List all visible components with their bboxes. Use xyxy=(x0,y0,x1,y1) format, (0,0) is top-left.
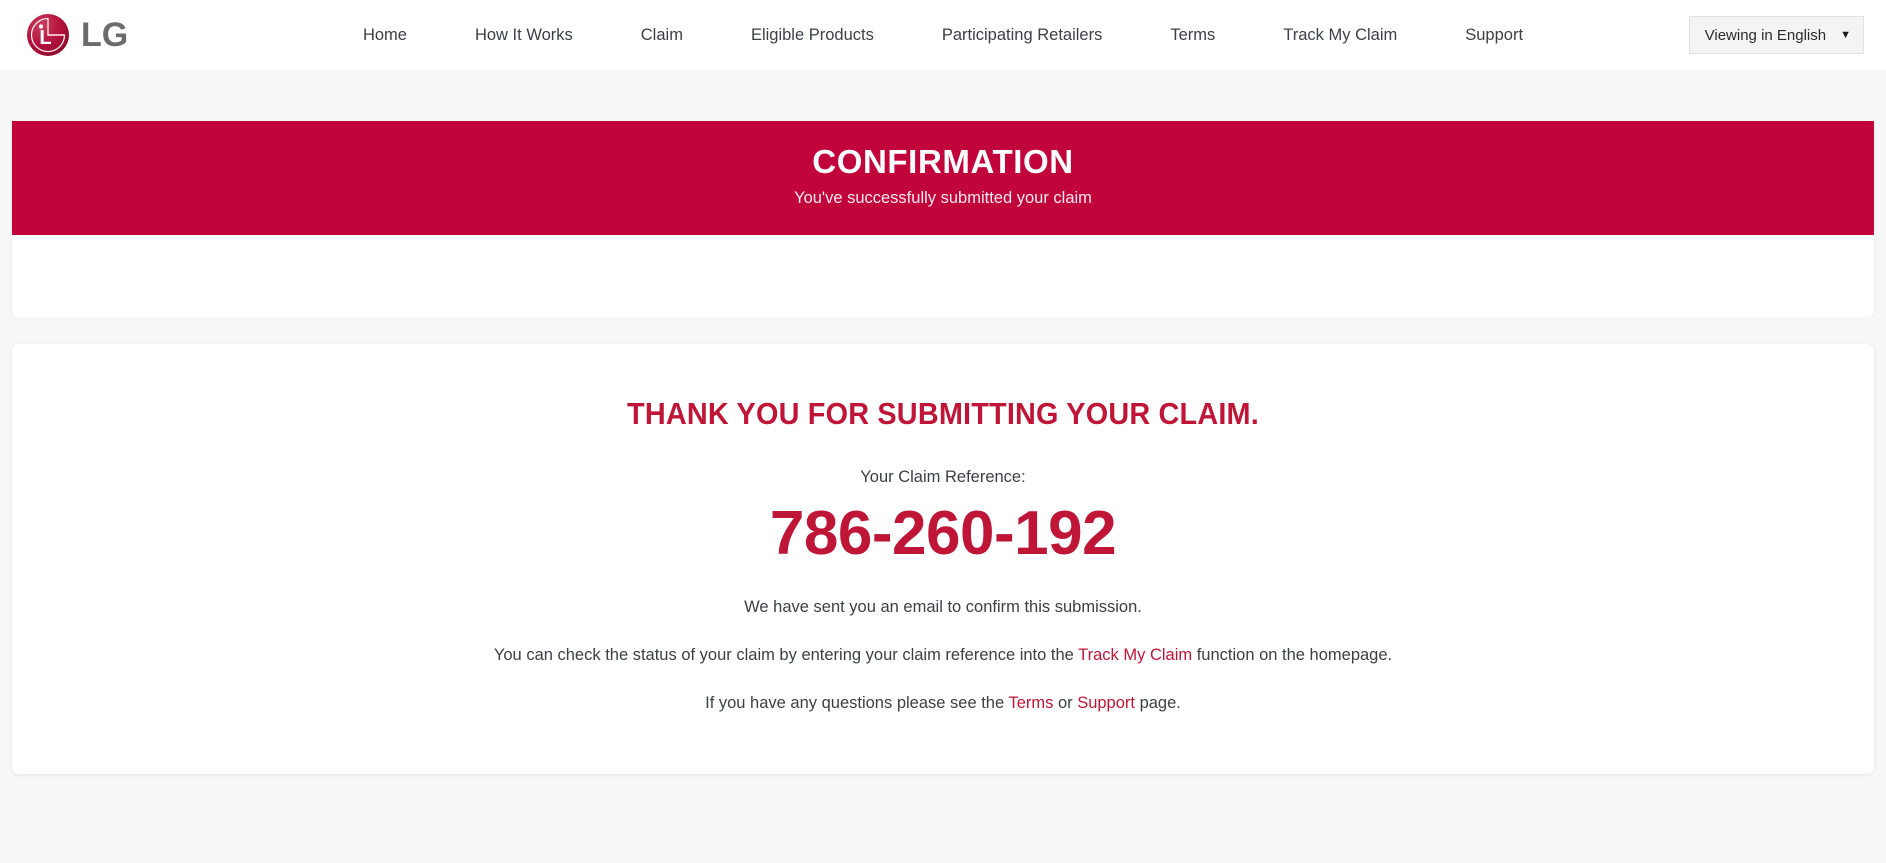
nav-item-claim[interactable]: Claim xyxy=(607,27,717,44)
questions-text-after: page. xyxy=(1135,694,1181,713)
track-status-text-after: function on the homepage. xyxy=(1192,646,1393,665)
banner-title: CONFIRMATION xyxy=(812,143,1074,180)
track-status-text-before: You can check the status of your claim b… xyxy=(493,646,1079,665)
claim-reference-label: Your Claim Reference: xyxy=(860,467,1026,486)
email-confirmation-note: We have sent you an email to confirm thi… xyxy=(744,598,1142,617)
thank-you-heading: THANK YOU FOR SUBMITTING YOUR CLAIM. xyxy=(627,395,1259,431)
chevron-down-icon: ▼ xyxy=(1840,28,1851,41)
terms-link[interactable]: Terms xyxy=(1008,694,1053,712)
header-underlay-strip xyxy=(0,70,1886,121)
questions-text-middle: or xyxy=(1053,694,1078,713)
support-link[interactable]: Support xyxy=(1077,694,1135,712)
nav-item-how-it-works[interactable]: How It Works xyxy=(441,27,607,44)
nav-item-eligible-products[interactable]: Eligible Products xyxy=(717,27,908,44)
lg-logo-icon: L xyxy=(26,13,70,57)
brand-logo[interactable]: L LG xyxy=(26,13,128,57)
nav-item-support[interactable]: Support xyxy=(1431,27,1557,44)
confirmation-banner-card: CONFIRMATION You've successfully submitt… xyxy=(12,121,1874,317)
language-selector-value: Viewing in English xyxy=(1704,26,1827,44)
nav-item-home[interactable]: Home xyxy=(329,27,441,44)
confirmation-content-card: THANK YOU FOR SUBMITTING YOUR CLAIM. You… xyxy=(12,343,1874,774)
banner-subtitle: You've successfully submitted your claim xyxy=(794,188,1092,207)
main-navigation: Home How It Works Claim Eligible Product… xyxy=(0,0,1886,70)
claim-reference-number: 786-260-192 xyxy=(769,498,1117,568)
track-status-line: You can check the status of your claim b… xyxy=(32,644,1854,667)
card-gap xyxy=(0,316,1886,344)
track-my-claim-link[interactable]: Track My Claim xyxy=(1078,646,1192,664)
questions-text-before: If you have any questions please see the xyxy=(705,694,1009,713)
nav-item-participating-retailers[interactable]: Participating Retailers xyxy=(908,27,1137,44)
lg-wordmark: LG xyxy=(81,16,129,54)
confirmation-banner: CONFIRMATION You've successfully submitt… xyxy=(12,121,1874,235)
banner-card-body xyxy=(12,234,1874,317)
svg-text:L: L xyxy=(39,27,51,49)
questions-line: If you have any questions please see the… xyxy=(32,692,1854,715)
site-header: L LG Home How It Works Claim Eligible Pr… xyxy=(0,0,1886,70)
nav-item-terms[interactable]: Terms xyxy=(1136,27,1249,44)
language-selector[interactable]: Viewing in English ▼ xyxy=(1688,16,1864,54)
nav-item-track-my-claim[interactable]: Track My Claim xyxy=(1249,27,1431,44)
